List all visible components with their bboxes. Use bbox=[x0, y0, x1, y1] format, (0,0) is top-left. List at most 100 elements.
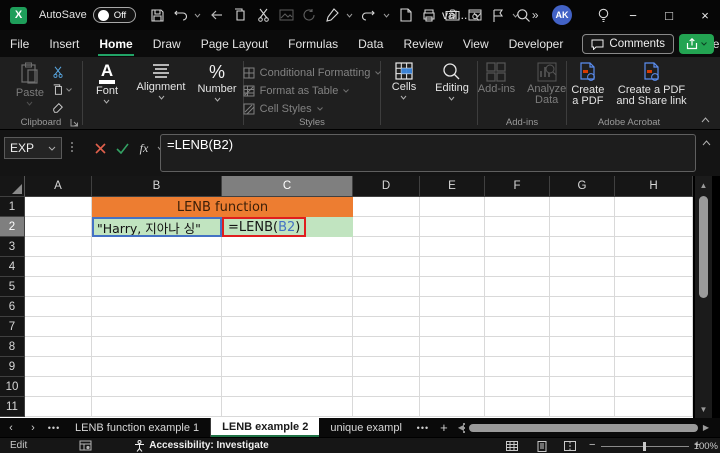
grid-cell-G9[interactable] bbox=[550, 357, 615, 377]
grid-cell-H8[interactable] bbox=[615, 337, 693, 357]
grid-cell-G1[interactable] bbox=[550, 197, 615, 217]
grid-cell-B11[interactable] bbox=[92, 397, 222, 417]
sheet-tab-1[interactable]: LENB function example 1 bbox=[64, 418, 211, 437]
grid-cell-F8[interactable] bbox=[485, 337, 550, 357]
grid-cell-A3[interactable] bbox=[25, 237, 92, 257]
row-header-11[interactable]: 11 bbox=[0, 397, 25, 417]
grid-cell-D4[interactable] bbox=[353, 257, 420, 277]
grid-cell-A11[interactable] bbox=[25, 397, 92, 417]
grid-cell-B8[interactable] bbox=[92, 337, 222, 357]
page-layout-view-icon[interactable] bbox=[535, 440, 549, 452]
vertical-scrollbar-thumb[interactable] bbox=[699, 196, 708, 298]
grid-cell-E4[interactable] bbox=[420, 257, 485, 277]
grid-cell-A5[interactable] bbox=[25, 277, 92, 297]
minimize-button[interactable]: − bbox=[618, 0, 648, 30]
grid-cell-C8[interactable] bbox=[222, 337, 353, 357]
grid-cell-D2[interactable] bbox=[353, 217, 420, 237]
tab-view[interactable]: View bbox=[453, 30, 499, 57]
grid-cell-B3[interactable] bbox=[92, 237, 222, 257]
grid-cell-C10[interactable] bbox=[222, 377, 353, 397]
grid-cell-F6[interactable] bbox=[485, 297, 550, 317]
tab-developer[interactable]: Developer bbox=[499, 30, 574, 57]
column-header-B[interactable]: B bbox=[92, 176, 222, 197]
grid-cell-C7[interactable] bbox=[222, 317, 353, 337]
grid-cell-H6[interactable] bbox=[615, 297, 693, 317]
add-sheet-icon[interactable]: + bbox=[433, 420, 455, 435]
tab-data[interactable]: Data bbox=[348, 30, 393, 57]
back-arrow-icon[interactable] bbox=[206, 3, 229, 27]
name-box-resizer[interactable] bbox=[71, 142, 73, 152]
tab-draw[interactable]: Draw bbox=[143, 30, 191, 57]
macro-record-icon[interactable] bbox=[79, 440, 92, 451]
row-header-6[interactable]: 6 bbox=[0, 297, 25, 317]
new-document-icon[interactable] bbox=[395, 3, 418, 27]
grid-cell-D6[interactable] bbox=[353, 297, 420, 317]
grid-cell-D11[interactable] bbox=[353, 397, 420, 417]
column-header-E[interactable]: E bbox=[420, 176, 485, 197]
accessibility-status[interactable]: Accessibility: Investigate bbox=[134, 440, 269, 452]
grid-cell-H9[interactable] bbox=[615, 357, 693, 377]
cell-b2[interactable]: "Harry, 지아나 싱" bbox=[92, 217, 222, 237]
row-header-3[interactable]: 3 bbox=[0, 237, 25, 257]
zoom-level[interactable]: 100% bbox=[694, 441, 718, 452]
zoom-slider-thumb[interactable] bbox=[643, 442, 646, 451]
grid-cell-H11[interactable] bbox=[615, 397, 693, 417]
grid-cell-C6[interactable] bbox=[222, 297, 353, 317]
grid-cell-F5[interactable] bbox=[485, 277, 550, 297]
grid-cell-F9[interactable] bbox=[485, 357, 550, 377]
grid-cell-E5[interactable] bbox=[420, 277, 485, 297]
horizontal-scrollbar[interactable]: ◀ ▶ bbox=[455, 418, 712, 437]
vertical-scrollbar[interactable]: ▲ ▼ bbox=[695, 176, 712, 418]
tab-page-layout[interactable]: Page Layout bbox=[191, 30, 278, 57]
grid-cell-D10[interactable] bbox=[353, 377, 420, 397]
grid-cell-H10[interactable] bbox=[615, 377, 693, 397]
redo-icon[interactable] bbox=[358, 3, 381, 27]
grid-cell-F1[interactable] bbox=[485, 197, 550, 217]
grid-cell-B4[interactable] bbox=[92, 257, 222, 277]
ribbon-collapse-icon[interactable] bbox=[701, 117, 710, 123]
grid-cell-G11[interactable] bbox=[550, 397, 615, 417]
enter-check-icon[interactable] bbox=[112, 139, 132, 157]
grid-cell-E6[interactable] bbox=[420, 297, 485, 317]
tab-home[interactable]: Home bbox=[89, 30, 142, 57]
cut-icon[interactable] bbox=[252, 3, 275, 27]
grid-cell-C11[interactable] bbox=[222, 397, 353, 417]
touch-pen-icon[interactable] bbox=[321, 3, 344, 27]
grid-cell-H5[interactable] bbox=[615, 277, 693, 297]
grid-cell-G5[interactable] bbox=[550, 277, 615, 297]
column-header-C[interactable]: C bbox=[222, 176, 353, 197]
grid-cell-E3[interactable] bbox=[420, 237, 485, 257]
scroll-down-icon[interactable]: ▼ bbox=[695, 402, 712, 416]
grid-cell-E9[interactable] bbox=[420, 357, 485, 377]
autosave-control[interactable]: AutoSave Off bbox=[39, 7, 136, 23]
grid-cell-F7[interactable] bbox=[485, 317, 550, 337]
grid-cell-F4[interactable] bbox=[485, 257, 550, 277]
sheet-prev-icon[interactable]: ‹ bbox=[0, 422, 22, 434]
grid-cell-A10[interactable] bbox=[25, 377, 92, 397]
horizontal-scrollbar-thumb[interactable] bbox=[469, 424, 698, 432]
tab-overflow-icon[interactable]: ••• bbox=[413, 423, 433, 433]
scroll-up-icon[interactable]: ▲ bbox=[695, 178, 712, 192]
row-header-2[interactable]: 2 bbox=[0, 217, 25, 237]
cell-styles-button[interactable]: Cell Styles bbox=[243, 101, 382, 117]
document-title[interactable]: val... bbox=[442, 0, 482, 30]
sheet-next-icon[interactable]: › bbox=[22, 422, 44, 434]
formula-input[interactable]: =LENB(B2) bbox=[160, 134, 696, 172]
cell-b1-c1-merged[interactable]: LENB function bbox=[92, 197, 353, 217]
cancel-icon[interactable] bbox=[90, 139, 110, 157]
grid-cell-E10[interactable] bbox=[420, 377, 485, 397]
grid-cell-A8[interactable] bbox=[25, 337, 92, 357]
grid-cell-H7[interactable] bbox=[615, 317, 693, 337]
undo-icon[interactable] bbox=[169, 3, 192, 27]
grid-cell-A1[interactable] bbox=[25, 197, 92, 217]
page-break-view-icon[interactable] bbox=[563, 440, 577, 452]
flag-icon[interactable] bbox=[487, 3, 510, 27]
grid-cell-C4[interactable] bbox=[222, 257, 353, 277]
grid-cell-D3[interactable] bbox=[353, 237, 420, 257]
sheet-tab-3[interactable]: unique exampl bbox=[319, 418, 413, 437]
column-header-A[interactable]: A bbox=[25, 176, 92, 197]
grid-cell-E2[interactable] bbox=[420, 217, 485, 237]
undo-dropdown-icon[interactable] bbox=[192, 3, 206, 27]
grid-cell-E7[interactable] bbox=[420, 317, 485, 337]
grid-cell-H2[interactable] bbox=[615, 217, 693, 237]
